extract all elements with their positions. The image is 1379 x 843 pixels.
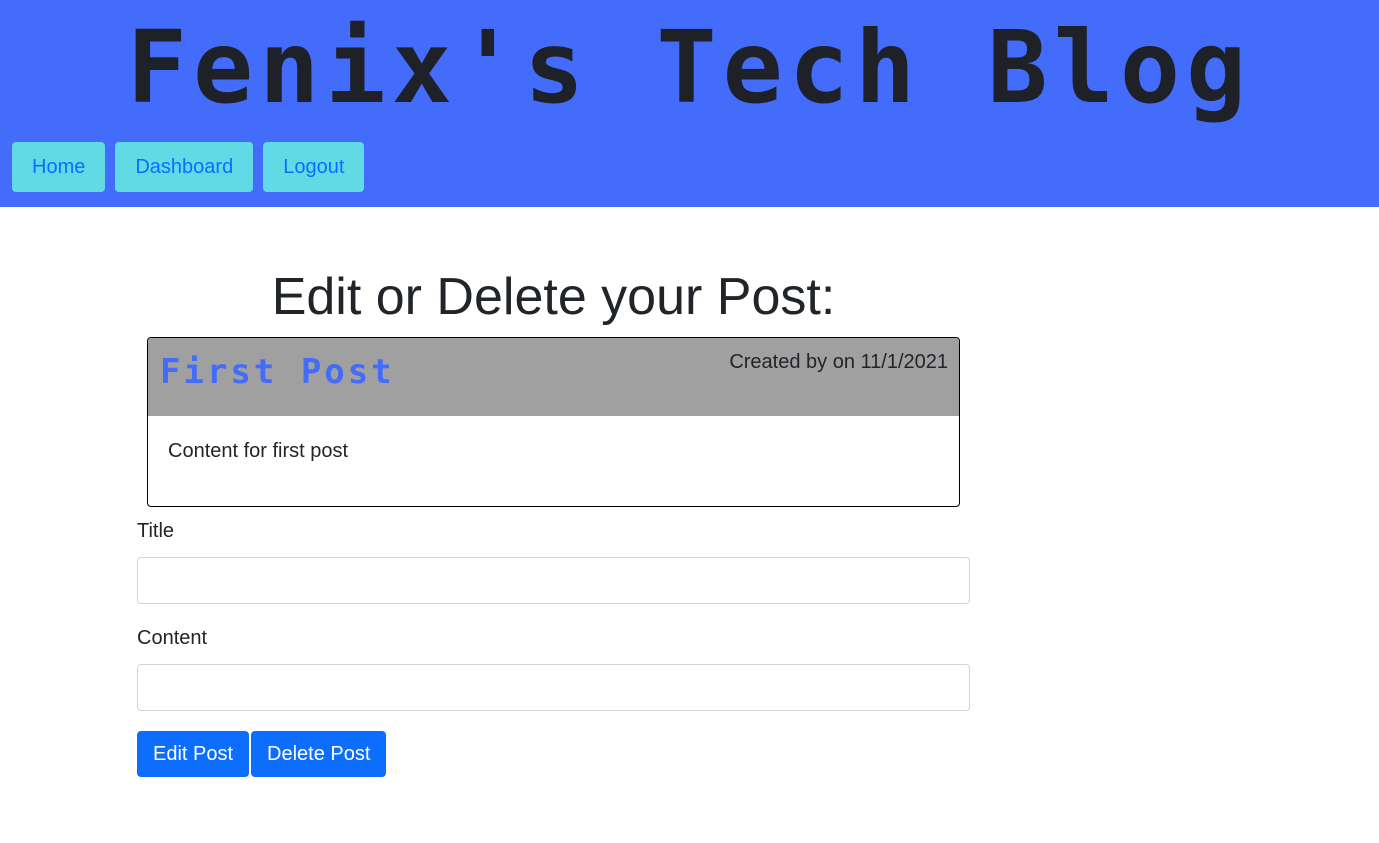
post-content: Content for first post <box>168 440 349 462</box>
post-card: First Post Created by on 11/1/2021 Conte… <box>147 337 960 507</box>
delete-post-button[interactable]: Delete Post <box>251 731 387 777</box>
title-label: Title <box>137 520 175 542</box>
site-header: Fenix's Tech Blog Home Dashboard Logout <box>0 0 1379 207</box>
title-input[interactable] <box>137 557 970 604</box>
nav-home-button[interactable]: Home <box>12 142 106 192</box>
site-title: Fenix's Tech Blog <box>126 9 1253 126</box>
main-nav: Home Dashboard Logout <box>12 142 365 192</box>
content-label: Content <box>137 627 208 649</box>
page-title: Edit or Delete your Post: <box>271 268 836 326</box>
edit-post-button[interactable]: Edit Post <box>137 731 250 777</box>
nav-dashboard-button[interactable]: Dashboard <box>115 142 254 192</box>
post-card-header: First Post Created by on 11/1/2021 <box>148 338 959 416</box>
post-meta: Created by on 11/1/2021 <box>729 351 948 373</box>
nav-logout-button[interactable]: Logout <box>263 142 365 192</box>
post-title: First Post <box>160 352 395 392</box>
content-input[interactable] <box>137 664 970 711</box>
